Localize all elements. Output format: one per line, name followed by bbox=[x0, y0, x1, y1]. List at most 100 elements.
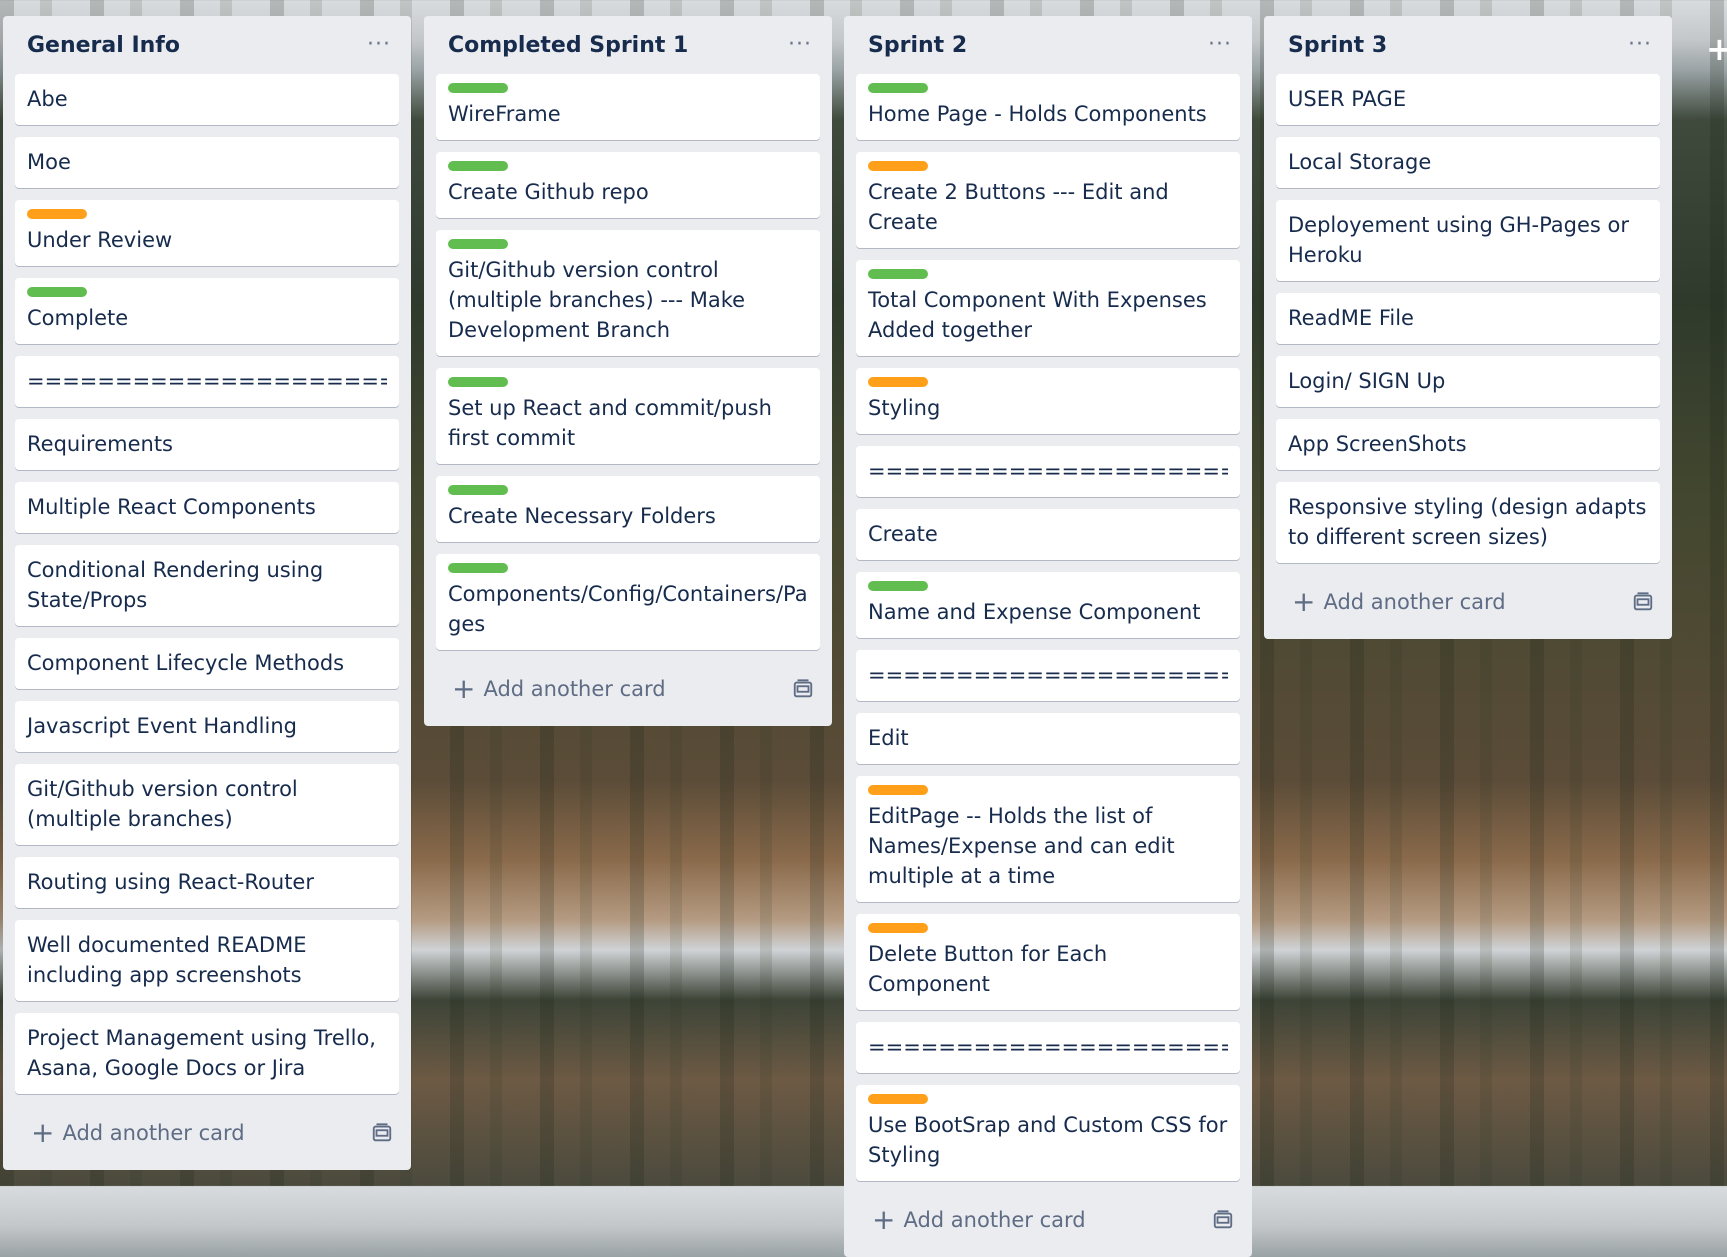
card[interactable]: ====================== bbox=[15, 356, 399, 407]
list-menu-icon[interactable]: ··· bbox=[1622, 34, 1658, 56]
card-template-icon[interactable] bbox=[1212, 1209, 1234, 1231]
card[interactable]: Routing using React-Router bbox=[15, 857, 399, 908]
green-label[interactable] bbox=[448, 377, 508, 387]
card[interactable]: ====================== bbox=[856, 1022, 1240, 1073]
card[interactable]: ====================== bbox=[856, 650, 1240, 701]
card[interactable]: Multiple React Components bbox=[15, 482, 399, 533]
list-sprint-2: Sprint 2 ··· Home Page - Holds Component… bbox=[844, 16, 1252, 1257]
card[interactable]: Git/Github version control (multiple bra… bbox=[436, 230, 820, 356]
card-template-icon[interactable] bbox=[792, 678, 814, 700]
card[interactable]: Deployement using GH-Pages or Heroku bbox=[1276, 200, 1660, 281]
card[interactable]: Abe bbox=[15, 74, 399, 125]
card[interactable]: Login/ SIGN Up bbox=[1276, 356, 1660, 407]
add-card-button[interactable]: + Add another card bbox=[15, 1106, 399, 1160]
card[interactable]: Conditional Rendering using State/Props bbox=[15, 545, 399, 626]
card[interactable]: Set up React and commit/push first commi… bbox=[436, 368, 820, 464]
card-title: ====================== bbox=[868, 1035, 1228, 1059]
card-title: Moe bbox=[27, 150, 71, 174]
orange-label[interactable] bbox=[868, 785, 928, 795]
card[interactable]: Name and Expense Component bbox=[856, 572, 1240, 638]
card-title: Create 2 Buttons --- Edit and Create bbox=[868, 180, 1169, 234]
card[interactable]: ReadME File bbox=[1276, 293, 1660, 344]
card[interactable]: Home Page - Holds Components bbox=[856, 74, 1240, 140]
green-label[interactable] bbox=[448, 239, 508, 249]
card-title: Under Review bbox=[27, 228, 173, 252]
green-label[interactable] bbox=[868, 83, 928, 93]
list-title[interactable]: General Info bbox=[27, 33, 180, 58]
green-label[interactable] bbox=[448, 563, 508, 573]
card-title: WireFrame bbox=[448, 102, 561, 126]
card[interactable]: USER PAGE bbox=[1276, 74, 1660, 125]
green-label[interactable] bbox=[448, 83, 508, 93]
list-sprint-3: Sprint 3 ··· USER PAGE Local Storage Deplo… bbox=[1264, 16, 1672, 639]
add-card-button[interactable]: + Add another card bbox=[436, 662, 820, 716]
list-menu-icon[interactable]: ··· bbox=[361, 34, 397, 56]
orange-label[interactable] bbox=[868, 161, 928, 171]
orange-label[interactable] bbox=[27, 209, 87, 219]
add-list-plus-icon[interactable]: + bbox=[1706, 30, 1727, 68]
card-title: Conditional Rendering using State/Props bbox=[27, 558, 324, 612]
card[interactable]: Edit bbox=[856, 713, 1240, 764]
card[interactable]: WireFrame bbox=[436, 74, 820, 140]
orange-label[interactable] bbox=[868, 923, 928, 933]
list-completed-sprint-1: Completed Sprint 1 ··· WireFrame Create G… bbox=[424, 16, 832, 726]
plus-icon: + bbox=[1292, 585, 1316, 618]
card[interactable]: Use BootSrap and Custom CSS for Styling bbox=[856, 1085, 1240, 1181]
card[interactable]: Component Lifecycle Methods bbox=[15, 638, 399, 689]
list-menu-icon[interactable]: ··· bbox=[1202, 34, 1238, 56]
card[interactable]: Delete Button for Each Component bbox=[856, 914, 1240, 1010]
card-title: Home Page - Holds Components bbox=[868, 102, 1207, 126]
card-title: USER PAGE bbox=[1288, 87, 1407, 111]
card[interactable]: Complete bbox=[15, 278, 399, 344]
card-title: EditPage -- Holds the list of Names/Expe… bbox=[868, 804, 1175, 888]
card[interactable]: Total Component With Expenses Added toge… bbox=[856, 260, 1240, 356]
card[interactable]: ====================== bbox=[856, 446, 1240, 497]
orange-label[interactable] bbox=[868, 377, 928, 387]
card[interactable]: Git/Github version control (multiple bra… bbox=[15, 764, 399, 845]
list-header[interactable]: General Info ··· bbox=[15, 16, 399, 74]
card[interactable]: Project Management using Trello, Asana, … bbox=[15, 1013, 399, 1094]
card[interactable]: Javascript Event Handling bbox=[15, 701, 399, 752]
add-card-label: Add another card bbox=[62, 1121, 245, 1145]
card[interactable]: Responsive styling (design adapts to dif… bbox=[1276, 482, 1660, 563]
card[interactable]: Components/Config/Containers/Pages bbox=[436, 554, 820, 650]
add-card-button[interactable]: + Add another card bbox=[856, 1193, 1240, 1247]
card[interactable]: Local Storage bbox=[1276, 137, 1660, 188]
list-title[interactable]: Sprint 2 bbox=[868, 33, 967, 58]
list-title[interactable]: Sprint 3 bbox=[1288, 33, 1387, 58]
card[interactable]: Create Necessary Folders bbox=[436, 476, 820, 542]
card-title: Javascript Event Handling bbox=[27, 714, 297, 738]
green-label[interactable] bbox=[448, 161, 508, 171]
card[interactable]: Under Review bbox=[15, 200, 399, 266]
card-template-icon[interactable] bbox=[371, 1122, 393, 1144]
card-template-icon[interactable] bbox=[1632, 591, 1654, 613]
card[interactable]: EditPage -- Holds the list of Names/Expe… bbox=[856, 776, 1240, 902]
card[interactable]: Create 2 Buttons --- Edit and Create bbox=[856, 152, 1240, 248]
card[interactable]: Create Github repo bbox=[436, 152, 820, 218]
card-title: Set up React and commit/push first commi… bbox=[448, 396, 772, 450]
add-card-button[interactable]: + Add another card bbox=[1276, 575, 1660, 629]
card-title: ====================== bbox=[27, 369, 387, 393]
card-title: Git/Github version control (multiple bra… bbox=[27, 777, 298, 831]
orange-label[interactable] bbox=[868, 1094, 928, 1104]
card-list: Abe Moe Under Review Complete ==============… bbox=[15, 74, 399, 1106]
list-title[interactable]: Completed Sprint 1 bbox=[448, 33, 688, 58]
list-header[interactable]: Sprint 2 ··· bbox=[856, 16, 1240, 74]
card[interactable]: Moe bbox=[15, 137, 399, 188]
green-label[interactable] bbox=[448, 485, 508, 495]
card-title: Name and Expense Component bbox=[868, 600, 1201, 624]
card-title: Styling bbox=[868, 396, 941, 420]
card-title: Deployement using GH-Pages or Heroku bbox=[1288, 213, 1630, 267]
green-label[interactable] bbox=[868, 269, 928, 279]
card[interactable]: Create bbox=[856, 509, 1240, 560]
list-header[interactable]: Sprint 3 ··· bbox=[1276, 16, 1660, 74]
list-menu-icon[interactable]: ··· bbox=[782, 34, 818, 56]
green-label[interactable] bbox=[27, 287, 87, 297]
green-label[interactable] bbox=[868, 581, 928, 591]
card[interactable]: App ScreenShots bbox=[1276, 419, 1660, 470]
card[interactable]: Styling bbox=[856, 368, 1240, 434]
card-list: USER PAGE Local Storage Deployement using … bbox=[1276, 74, 1660, 575]
list-header[interactable]: Completed Sprint 1 ··· bbox=[436, 16, 820, 74]
card[interactable]: Well documented README including app scr… bbox=[15, 920, 399, 1001]
card[interactable]: Requirements bbox=[15, 419, 399, 470]
